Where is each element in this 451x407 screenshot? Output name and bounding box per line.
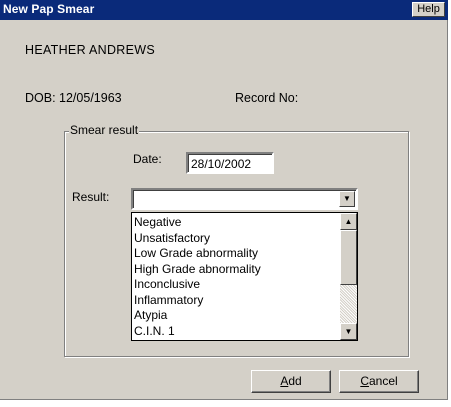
scroll-track[interactable] [340, 285, 357, 323]
list-item[interactable]: Low Grade abnormality [134, 246, 334, 262]
help-button[interactable]: Help [412, 2, 445, 17]
result-dropdown[interactable]: ▼ [131, 188, 358, 210]
arrow-up-icon[interactable]: ▲ [340, 213, 357, 230]
list-item[interactable]: High Grade abnormality [134, 262, 334, 278]
window-title: New Pap Smear [3, 2, 95, 16]
date-of-birth: DOB: 12/05/1963 [25, 91, 122, 105]
result-options: Negative Unsatisfactory Low Grade abnormal… [134, 215, 334, 339]
chevron-down-icon[interactable]: ▼ [339, 191, 355, 207]
cancel-label-rest: ancel [368, 374, 398, 388]
patient-name: HEATHER ANDREWS [25, 43, 155, 57]
cancel-hotkey: C [360, 374, 369, 388]
cancel-button[interactable]: Cancel [339, 370, 419, 393]
list-item[interactable]: Unsatisfactory [134, 231, 334, 247]
date-field[interactable]: 28/10/2002 [186, 152, 274, 174]
result-label: Result: [72, 190, 110, 204]
date-label: Date: [133, 152, 162, 166]
arrow-down-icon[interactable]: ▼ [340, 323, 357, 340]
list-item[interactable]: Inflammatory [134, 293, 334, 309]
list-item[interactable]: Negative [134, 215, 334, 231]
new-pap-smear-dialog: New Pap Smear Help HEATHER ANDREWS DOB: … [0, 0, 448, 400]
add-button[interactable]: Add [251, 370, 331, 393]
list-item[interactable]: Atypia [134, 308, 334, 324]
list-item[interactable]: C.I.N. 1 [134, 324, 334, 340]
record-number-label: Record No: [235, 91, 299, 105]
add-label-rest: dd [288, 374, 302, 388]
list-item[interactable]: Inconclusive [134, 277, 334, 293]
smear-result-group-label: Smear result [69, 123, 140, 137]
title-bar: New Pap Smear Help [0, 0, 448, 20]
result-options-list[interactable]: Negative Unsatisfactory Low Grade abnormal… [131, 212, 358, 341]
list-scrollbar[interactable]: ▲ ▼ [340, 213, 357, 340]
scroll-thumb[interactable] [340, 230, 357, 285]
